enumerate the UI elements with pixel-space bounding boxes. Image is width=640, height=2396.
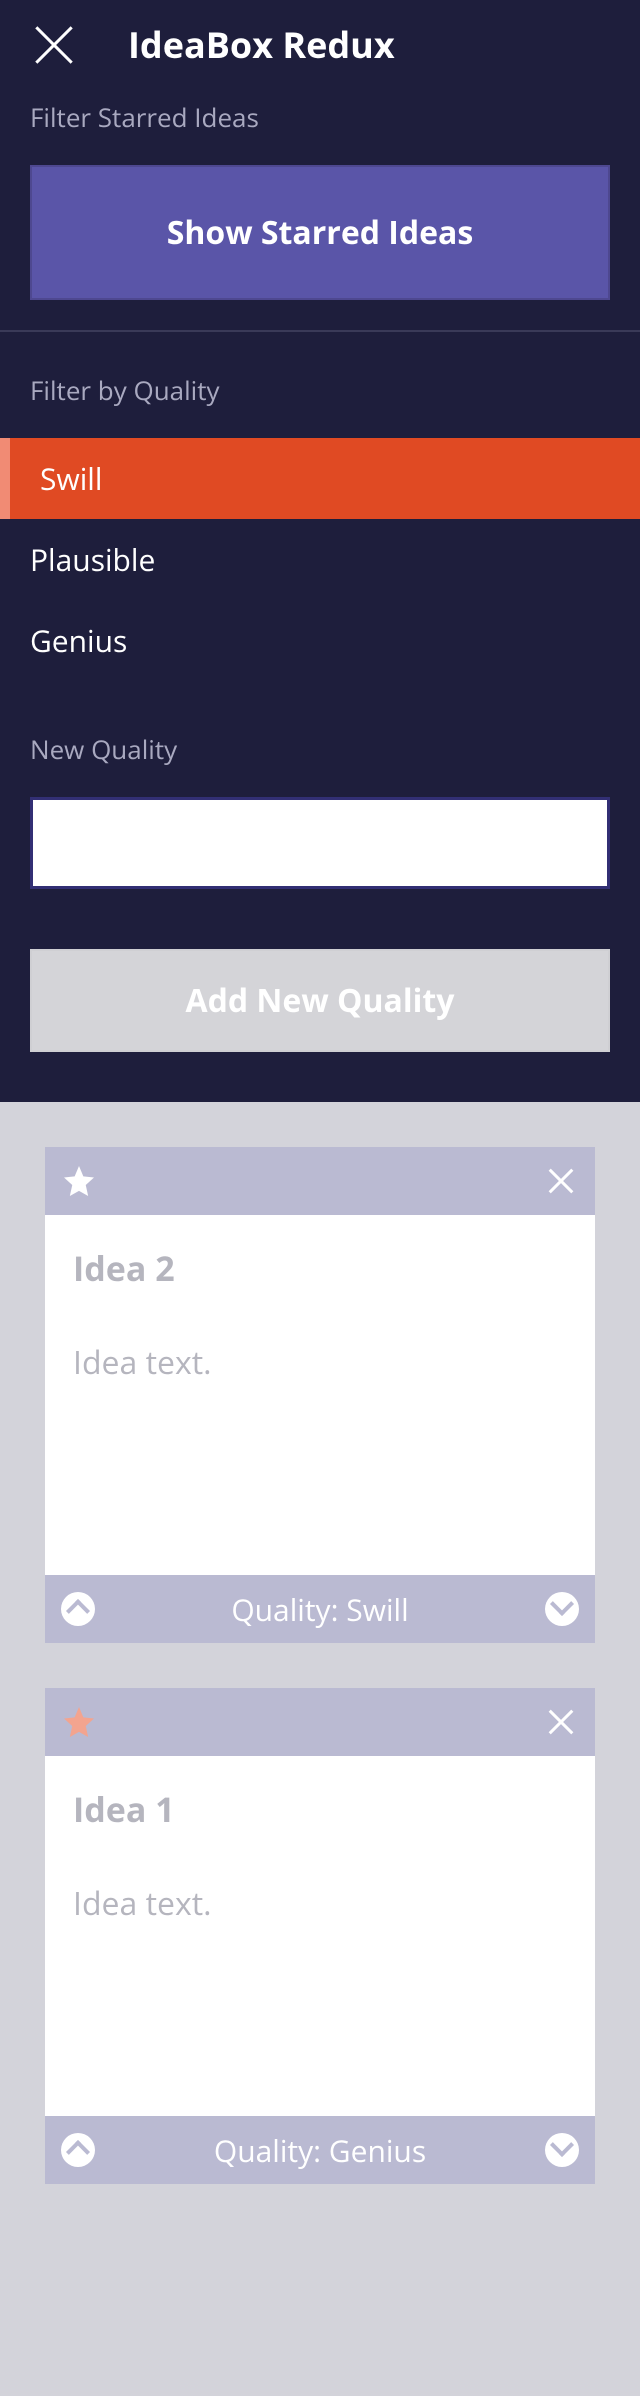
quality-item[interactable]: Swill	[0, 438, 640, 519]
filter-starred-label: Filter Starred Ideas	[30, 99, 610, 135]
card-footer: Quality: Genius	[45, 2116, 595, 2184]
idea-card: Idea 2 Idea text. Quality: Swill	[45, 1147, 595, 1643]
card-title[interactable]: Idea 1	[73, 1786, 567, 1832]
filter-quality-label: Filter by Quality	[30, 372, 610, 408]
show-starred-button[interactable]: Show Starred Ideas	[30, 165, 610, 300]
new-quality-input[interactable]	[30, 797, 610, 889]
idea-card: Idea 1 Idea text. Quality: Genius	[45, 1688, 595, 2184]
card-text[interactable]: Idea text.	[73, 1882, 567, 1925]
card-quality-label: Quality: Swill	[95, 1589, 545, 1630]
new-quality-label: New Quality	[30, 731, 610, 767]
chevron-down-icon[interactable]	[545, 1592, 579, 1626]
quality-item[interactable]: Plausible	[0, 519, 640, 600]
chevron-up-icon[interactable]	[61, 2133, 95, 2167]
cards-container: Idea 2Idea text.Quality: SwillIdea 1Idea…	[0, 1102, 640, 2229]
card-body: Idea 2 Idea text.	[45, 1215, 595, 1575]
add-quality-button[interactable]: Add New Quality	[30, 949, 610, 1052]
close-icon[interactable]	[543, 1704, 579, 1740]
card-header	[45, 1147, 595, 1215]
card-body: Idea 1 Idea text.	[45, 1756, 595, 2116]
star-icon[interactable]	[61, 1163, 97, 1199]
close-icon[interactable]	[543, 1163, 579, 1199]
chevron-up-icon[interactable]	[61, 1592, 95, 1626]
quality-list: SwillPlausibleGenius	[0, 438, 640, 681]
card-text[interactable]: Idea text.	[73, 1341, 567, 1384]
card-quality-label: Quality: Genius	[95, 2130, 545, 2171]
card-title[interactable]: Idea 2	[73, 1245, 567, 1291]
divider	[0, 330, 640, 332]
close-icon[interactable]	[30, 21, 78, 69]
chevron-down-icon[interactable]	[545, 2133, 579, 2167]
app-title: IdeaBox Redux	[128, 20, 395, 69]
card-footer: Quality: Swill	[45, 1575, 595, 1643]
star-icon[interactable]	[61, 1704, 97, 1740]
quality-item[interactable]: Genius	[0, 600, 640, 681]
card-header	[45, 1688, 595, 1756]
